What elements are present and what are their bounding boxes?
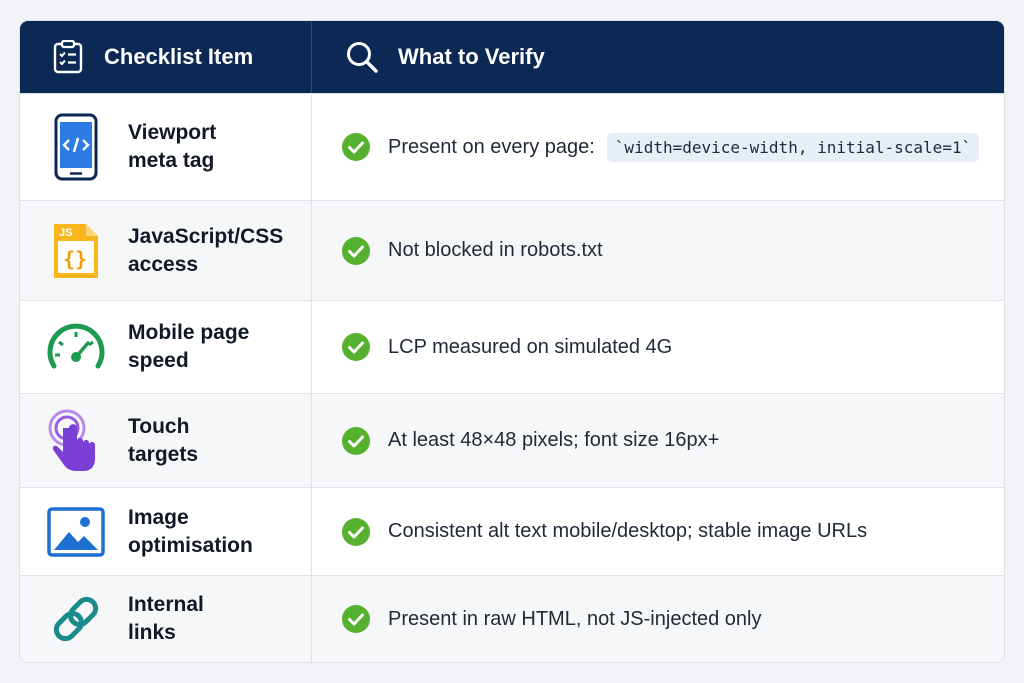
check-icon: [342, 333, 370, 361]
viewport-code-snippet: `width=device-width, initial-scale=1`: [606, 132, 980, 162]
checklist-item-cell: Mobile page speed: [20, 301, 312, 393]
table-row: Touch targets At least 48×48 pixels; fon…: [20, 393, 1004, 487]
js-file-icon: JS {}: [46, 221, 106, 281]
svg-text:JS: JS: [59, 227, 72, 239]
verify-cell: Consistent alt text mobile/desktop; stab…: [312, 488, 1004, 575]
checklist-item-cell: Internal links: [20, 576, 312, 662]
image-icon: [46, 502, 106, 562]
checklist-table: Checklist Item What to Verify Viewport m…: [20, 21, 1004, 662]
checklist-item-cell: Image optimisation: [20, 488, 312, 575]
checklist-item-cell: Touch targets: [20, 394, 312, 487]
checklist-item-cell: Viewport meta tag: [20, 94, 312, 200]
table-row: Internal links Present in raw HTML, not …: [20, 575, 1004, 662]
verify-text: Present in raw HTML, not JS-injected onl…: [388, 607, 762, 630]
header-what-to-verify: What to Verify: [312, 21, 1004, 93]
header-checklist-item: Checklist Item: [20, 21, 312, 93]
verify-text: Not blocked in robots.txt: [388, 239, 603, 261]
mobile-code-icon: [46, 113, 106, 181]
checklist-item-label: Image optimisation: [128, 505, 253, 557]
checklist-item-label: Viewport meta tag: [128, 121, 217, 172]
link-icon: [46, 589, 106, 649]
header-label: What to Verify: [398, 44, 545, 69]
clipboard-checklist-icon: [50, 39, 86, 75]
checklist-item-label: Touch targets: [128, 414, 199, 466]
table-row: Viewport meta tag Present on every page:…: [20, 93, 1004, 200]
table-row: JS {} JavaScript/CSS access Not blocked …: [20, 200, 1004, 300]
verify-cell: At least 48×48 pixels; font size 16px+: [312, 394, 1004, 487]
svg-text:{}: {}: [63, 247, 87, 271]
check-icon: [342, 605, 370, 633]
verify-cell: LCP measured on simulated 4G: [312, 301, 1004, 393]
verify-text: Consistent alt text mobile/desktop; stab…: [388, 520, 868, 542]
verify-cell: Present in raw HTML, not JS-injected onl…: [312, 576, 1004, 662]
check-icon: [342, 517, 370, 546]
table-row: Mobile page speed LCP measured on simula…: [20, 300, 1004, 393]
table-row: Image optimisation Consistent alt text m…: [20, 487, 1004, 575]
check-icon: [342, 426, 370, 455]
check-icon: [342, 133, 370, 161]
verify-text: At least 48×48 pixels; font size 16px+: [388, 429, 720, 451]
checklist-item-cell: JS {} JavaScript/CSS access: [20, 201, 312, 300]
verify-cell: Not blocked in robots.txt: [312, 201, 1004, 300]
checklist-item-label: Mobile page speed: [128, 321, 250, 372]
table-header: Checklist Item What to Verify: [20, 21, 1004, 93]
header-label: Checklist Item: [104, 44, 254, 69]
search-icon: [344, 39, 380, 75]
checklist-item-label: Internal links: [128, 593, 204, 644]
verify-text: Present on every page:: [388, 135, 595, 158]
touch-hand-icon: [46, 409, 106, 471]
check-icon: [342, 236, 370, 265]
verify-cell: Present on every page: `width=device-wid…: [312, 94, 1004, 200]
speedometer-icon: [46, 317, 106, 377]
verify-text: LCP measured on simulated 4G: [388, 335, 673, 358]
checklist-item-label: JavaScript/CSS access: [128, 224, 284, 276]
